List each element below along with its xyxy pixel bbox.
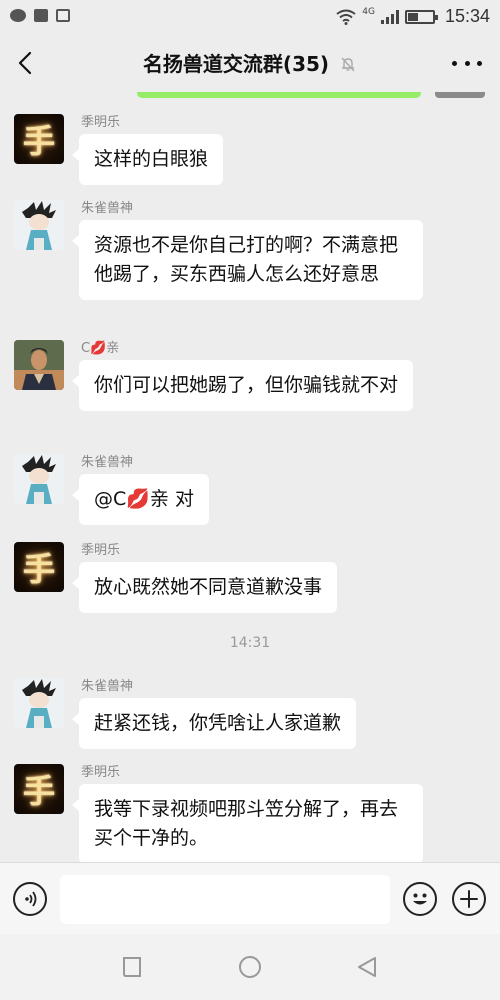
sender-name: 朱雀兽神 (81, 455, 134, 470)
avatar[interactable] (14, 200, 64, 250)
avatar[interactable] (14, 340, 64, 390)
more-dots-icon (452, 60, 457, 66)
home-button[interactable] (237, 954, 263, 980)
bell-off-icon (339, 54, 357, 72)
avatar-glyph: 手 (22, 772, 55, 810)
status-bar: 4G 15:34 (0, 0, 500, 34)
emoji-icon (413, 893, 427, 905)
system-nav-bar (0, 934, 500, 1000)
triangle-back-icon (358, 957, 376, 977)
network-type: 4G (362, 6, 375, 17)
message-bubble[interactable]: 资源也不是你自己打的啊？不满意把他踢了，买东西骗人怎么还好意思 (72, 220, 423, 300)
message-list[interactable]: 手 季明乐 这样的白眼狼 朱雀兽神 资源也不是你自己打的啊？不满意把他踢了，买东… (0, 92, 500, 862)
sender-name: 朱雀兽神 (81, 201, 134, 216)
picture-icon (56, 9, 70, 22)
message-bubble[interactable]: 赶紧还钱，你凭啥让人家道歉 (71, 698, 357, 749)
gallery-icon (34, 9, 48, 22)
message-bubble[interactable]: 我等下录视频吧那斗笠分解了，再去买个干净的。 (72, 784, 423, 862)
wechat-icon (10, 9, 26, 22)
back-nav-button[interactable] (354, 954, 380, 980)
avatar-image (14, 200, 64, 250)
message-bubble[interactable]: 放心既然她不同意道歉没事 (71, 562, 338, 613)
sender-name: 朱雀兽神 (81, 679, 134, 694)
sender-name: 季明乐 (81, 765, 121, 780)
message-input[interactable] (60, 875, 390, 924)
sender-name: C💋亲 (81, 341, 120, 356)
notification-icons (10, 9, 70, 22)
message-item: 朱雀兽神 @C💋亲 对 (14, 454, 484, 525)
sender-name: 季明乐 (81, 115, 121, 130)
voice-button[interactable] (13, 882, 47, 916)
message-bubble[interactable]: 这样的白眼狼 (71, 134, 224, 185)
message-timestamp: 14:31 (229, 635, 271, 651)
signal-icon (380, 9, 399, 24)
avatar-image (14, 454, 64, 504)
message-item: 朱雀兽神 赶紧还钱，你凭啥让人家道歉 (14, 678, 484, 749)
message-item: 手 季明乐 放心既然她不同意道歉没事 (14, 542, 484, 613)
emoji-button[interactable] (403, 882, 437, 916)
battery-level (407, 12, 419, 21)
message-item: C💋亲 你们可以把她踢了，但你骗钱就不对 (14, 340, 484, 440)
recents-button[interactable] (120, 954, 146, 980)
avatar-image (14, 340, 64, 390)
wifi-icon (336, 9, 356, 25)
avatar-image (14, 678, 64, 728)
sender-name: 季明乐 (81, 543, 121, 558)
battery-icon (404, 9, 438, 24)
circle-icon (239, 956, 261, 978)
previous-self-bubble (137, 92, 421, 98)
voice-icon (25, 891, 37, 907)
plus-icon (460, 890, 478, 908)
avatar[interactable]: 手 (14, 542, 64, 592)
message-item: 手 季明乐 我等下录视频吧那斗笠分解了，再去买个干净的。 (14, 764, 484, 862)
message-bubble[interactable]: 你们可以把她踢了，但你骗钱就不对 (71, 360, 414, 411)
square-icon (123, 957, 141, 977)
avatar-glyph: 手 (22, 122, 55, 160)
avatar[interactable] (14, 454, 64, 504)
message-item: 朱雀兽神 资源也不是你自己打的啊？不满意把他踢了，买东西骗人怎么还好意思 (14, 200, 484, 330)
input-bar (0, 862, 500, 934)
message-bubble[interactable]: @C💋亲 对 (72, 474, 209, 525)
chat-title-area: 名扬兽道交流群(35) (0, 48, 500, 77)
avatar[interactable] (14, 678, 64, 728)
chat-title: 名扬兽道交流群(35) (142, 52, 330, 76)
more-functions-button[interactable] (452, 882, 486, 916)
chat-header: 名扬兽道交流群(35) (0, 34, 500, 92)
avatar[interactable]: 手 (14, 114, 64, 164)
message-item: 手 季明乐 这样的白眼狼 (14, 114, 484, 185)
more-button[interactable] (452, 48, 482, 78)
avatar-glyph: 手 (22, 550, 55, 588)
previous-self-avatar (435, 92, 485, 98)
avatar[interactable]: 手 (14, 764, 64, 814)
status-time: 15:34 (444, 6, 490, 26)
